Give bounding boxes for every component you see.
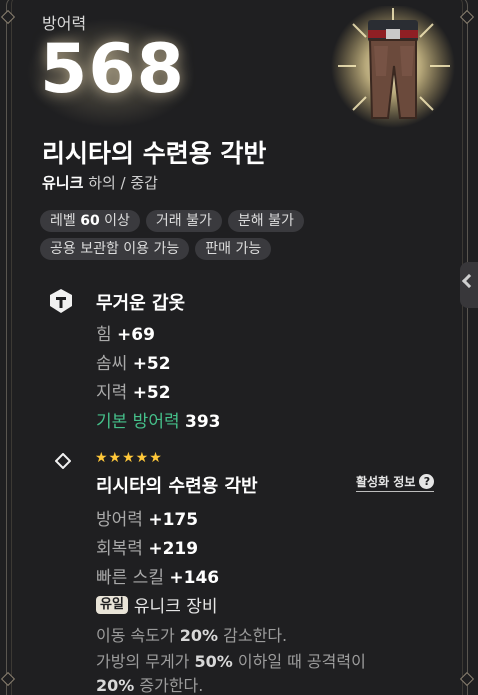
item-name: 리시타의 수련용 각반 bbox=[42, 139, 267, 168]
stat-quick-skill: 빠른 스킬 +146 bbox=[96, 568, 220, 588]
tag-level-req: 레벨 60 이상 bbox=[40, 210, 140, 232]
unique-equipment-line: 유일 유니크 장비 bbox=[96, 592, 218, 617]
diamond-icon bbox=[55, 453, 71, 469]
stat-dexterity: 솜씨 +52 bbox=[96, 354, 171, 374]
pants-icon bbox=[331, 6, 455, 128]
set-item-title: 리시타의 수련용 각반 bbox=[96, 476, 258, 497]
tag-sellable: 판매 가능 bbox=[195, 238, 272, 260]
tag-list: 레벨 60 이상 거래 불가 분해 불가 공용 보관함 이용 가능 판매 가능 bbox=[40, 210, 440, 266]
armor-icon bbox=[50, 289, 72, 313]
item-type: 유니크 하의 / 중갑 bbox=[42, 172, 158, 193]
activation-info-label: 활성화 정보 bbox=[356, 475, 416, 489]
star-rating: ★★★★★ bbox=[95, 450, 163, 466]
unique-text: 유니크 장비 bbox=[133, 597, 218, 617]
side-collapse-tab[interactable] bbox=[460, 262, 478, 308]
effect-desc-2: 가방의 무게가 50% 이하일 때 공격력이 bbox=[96, 652, 366, 671]
item-tooltip: 방어력 568 리시타의 수련용 각반 유니크 하의 / 중갑 레벨 60 이상… bbox=[0, 0, 478, 695]
unique-badge: 유일 bbox=[96, 595, 128, 614]
item-rarity: 유니크 bbox=[42, 174, 84, 192]
stat-recovery: 회복력 +219 bbox=[96, 539, 199, 559]
stat-base-defense: 기본 방어력 393 bbox=[96, 412, 221, 432]
activation-info-link[interactable]: 활성화 정보 ? bbox=[356, 473, 435, 492]
armor-type-title: 무거운 갑옷 bbox=[96, 293, 186, 314]
question-icon: ? bbox=[419, 474, 435, 489]
effect-desc-1: 이동 속도가 20% 감소한다. bbox=[96, 626, 288, 645]
tag-shared-storage: 공용 보관함 이용 가능 bbox=[40, 238, 190, 260]
tag-no-dismantle: 분해 불가 bbox=[227, 210, 304, 232]
defense-value: 568 bbox=[40, 30, 185, 109]
stat-defense-bonus: 방어력 +175 bbox=[96, 510, 199, 530]
stat-strength: 힘 +69 bbox=[96, 325, 155, 345]
tag-no-trade: 거래 불가 bbox=[145, 210, 222, 232]
stat-intellect: 지력 +52 bbox=[96, 383, 171, 403]
item-category: 하의 / 중갑 bbox=[88, 174, 158, 192]
chevron-left-icon bbox=[461, 273, 477, 289]
effect-desc-3: 20% 증가한다. bbox=[96, 676, 204, 695]
